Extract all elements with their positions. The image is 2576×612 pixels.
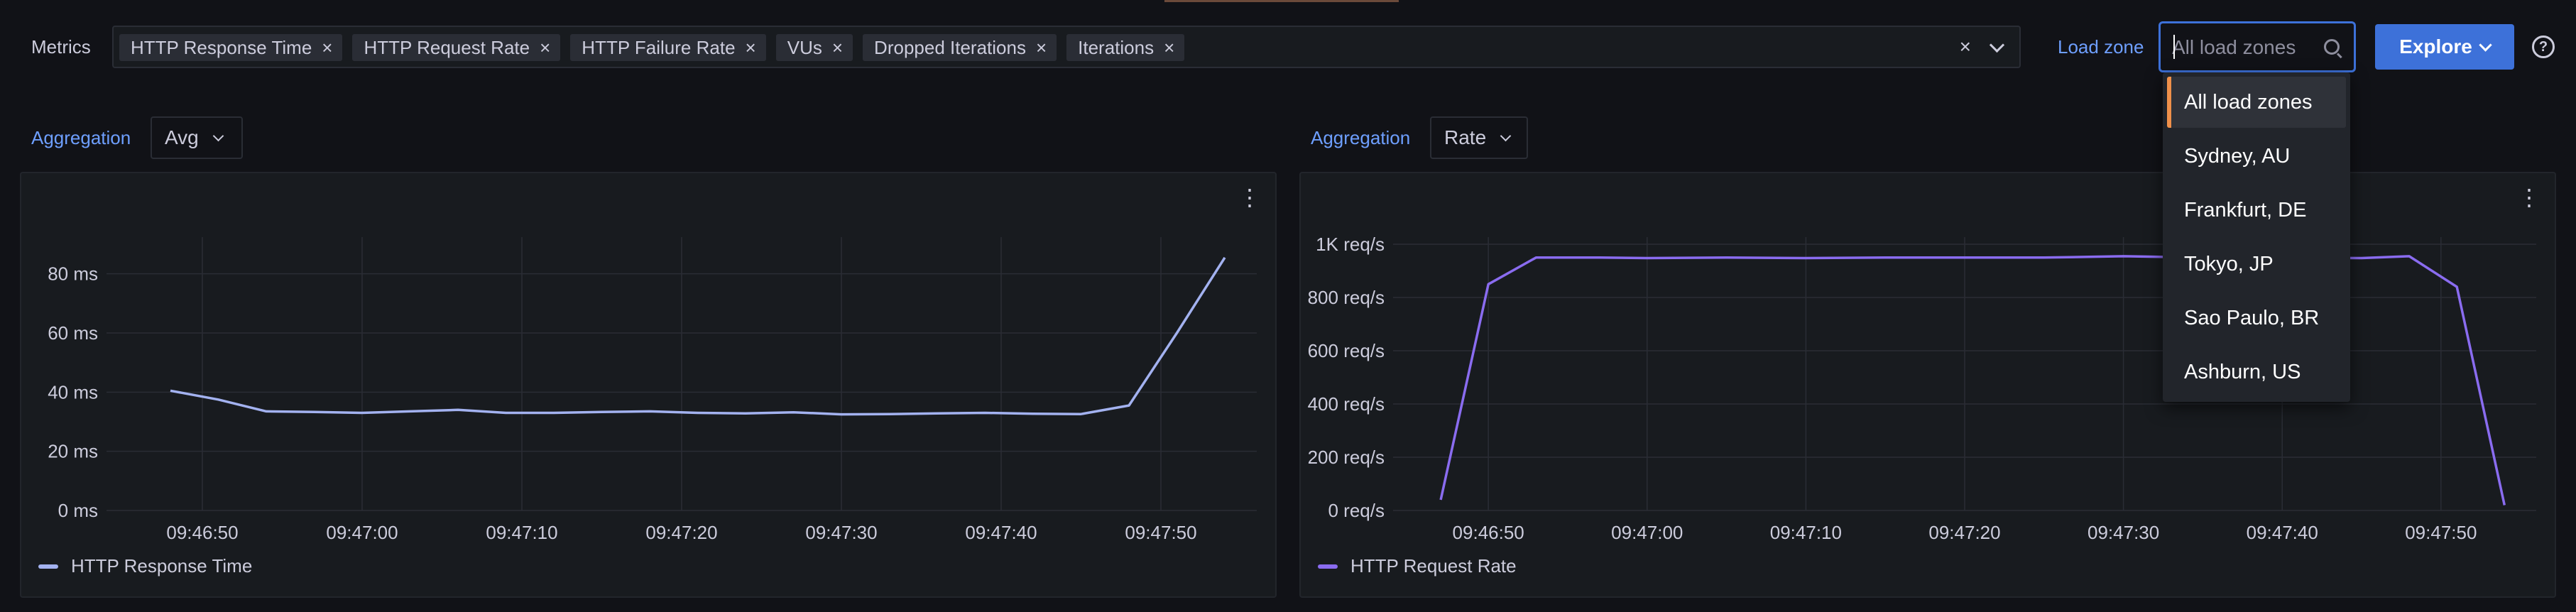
metric-chip[interactable]: HTTP Response Time × xyxy=(119,34,343,61)
metrics-label: Metrics xyxy=(31,36,91,58)
chevron-down-icon xyxy=(212,130,224,142)
y-tick-label: 200 req/s xyxy=(1308,447,1385,468)
remove-chip-icon[interactable]: × xyxy=(1036,37,1047,59)
chart-legend: HTTP Response Time xyxy=(38,555,252,577)
x-tick-label: 09:47:00 xyxy=(1611,522,1683,542)
metric-chip-label: HTTP Failure Rate xyxy=(582,36,736,58)
y-tick-label: 600 req/s xyxy=(1308,340,1385,361)
x-tick-label: 09:47:50 xyxy=(2405,522,2477,542)
load-zone-option[interactable]: Sydney, AU xyxy=(2167,131,2346,182)
metric-chip-label: VUs xyxy=(787,36,822,58)
aggregation-label: Aggregation xyxy=(1311,127,1411,148)
x-tick-label: 09:47:20 xyxy=(645,522,717,542)
y-tick-label: 1K req/s xyxy=(1316,234,1385,255)
request-rate-chart: 0 req/s 200 req/s 400 req/s 600 req/s 800 re… xyxy=(1308,234,2536,542)
x-tick-label: 09:47:40 xyxy=(2247,522,2318,542)
x-tick-label: 09:47:10 xyxy=(486,522,557,542)
x-tick-label: 09:46:50 xyxy=(166,522,238,542)
metric-chip[interactable]: VUs × xyxy=(775,34,853,61)
chevron-down-icon[interactable] xyxy=(1989,37,2005,53)
y-tick-label: 0 req/s xyxy=(1328,500,1385,521)
x-tick-label: 09:46:50 xyxy=(1453,522,1524,542)
remove-chip-icon[interactable]: × xyxy=(746,37,756,59)
series-line xyxy=(170,256,1226,416)
search-icon xyxy=(2324,39,2340,55)
response-time-panel: ⋮ 0 ms 20 ms 40 ms 60 ms 80 ms 09:46:50 09:47:… xyxy=(20,172,1277,598)
metric-chip-label: Dropped Iterations xyxy=(874,36,1026,58)
aggregation-label: Aggregation xyxy=(31,127,131,148)
request-rate-panel: ⋮ 0 req/s 200 req/s 400 req/s 600 req/s 800 … xyxy=(1299,172,2556,598)
load-zone-dropdown: All load zones Sydney, AU Frankfurt, DE Tok… xyxy=(2163,72,2350,402)
remove-chip-icon[interactable]: × xyxy=(1164,37,1174,59)
chevron-down-icon xyxy=(2479,38,2492,52)
top-accent-line xyxy=(1164,0,1399,2)
legend-swatch xyxy=(38,564,58,569)
load-zone-select[interactable] xyxy=(2159,21,2356,72)
x-tick-label: 09:47:40 xyxy=(965,522,1037,542)
metric-chip-label: HTTP Request Rate xyxy=(364,36,530,58)
load-zone-option[interactable]: Tokyo, JP xyxy=(2167,239,2346,290)
x-tick-label: 09:47:50 xyxy=(1125,522,1196,542)
metric-chip[interactable]: HTTP Failure Rate × xyxy=(570,34,766,61)
chart-legend: HTTP Request Rate xyxy=(1318,555,1517,577)
y-tick-label: 60 ms xyxy=(48,322,98,344)
y-tick-label: 800 req/s xyxy=(1308,287,1385,308)
load-zone-input[interactable] xyxy=(2171,33,2323,62)
x-tick-label: 09:47:30 xyxy=(805,522,877,542)
explore-button-label: Explore xyxy=(2399,35,2472,58)
y-tick-label: 80 ms xyxy=(48,263,98,285)
remove-chip-icon[interactable]: × xyxy=(322,37,332,59)
x-tick-label: 09:47:30 xyxy=(2087,522,2159,542)
aggregation-value: Rate xyxy=(1444,126,1487,148)
metric-chip[interactable]: Dropped Iterations × xyxy=(863,34,1057,61)
remove-chip-icon[interactable]: × xyxy=(832,37,843,59)
explore-button[interactable]: Explore xyxy=(2375,24,2514,70)
load-zone-option[interactable]: All load zones xyxy=(2167,77,2346,128)
response-time-chart: 0 ms 20 ms 40 ms 60 ms 80 ms 09:46:50 09:47:00… xyxy=(48,237,1257,542)
load-zone-label: Load zone xyxy=(2058,36,2144,58)
aggregation-value: Avg xyxy=(165,126,199,148)
metric-chip-label: Iterations xyxy=(1078,36,1155,58)
load-zone-option[interactable]: Ashburn, US xyxy=(2167,346,2346,398)
chevron-down-icon xyxy=(1500,130,1512,142)
metric-chip[interactable]: HTTP Request Rate × xyxy=(352,34,561,61)
metric-chip-label: HTTP Response Time xyxy=(131,36,312,58)
y-tick-label: 20 ms xyxy=(48,441,98,462)
y-tick-label: 400 req/s xyxy=(1308,393,1385,415)
x-tick-label: 09:47:10 xyxy=(1770,522,1842,542)
metrics-multiselect[interactable]: HTTP Response Time × HTTP Request Rate × HTT… xyxy=(112,26,2021,68)
load-zone-option[interactable]: Frankfurt, DE xyxy=(2167,185,2346,236)
text-caret xyxy=(2173,35,2175,59)
metric-chips: HTTP Response Time × HTTP Request Rate × HTT… xyxy=(119,34,1185,62)
legend-swatch xyxy=(1318,564,1338,569)
x-tick-label: 09:47:00 xyxy=(326,522,398,542)
y-tick-label: 40 ms xyxy=(48,381,98,403)
aggregation-select[interactable]: Rate xyxy=(1430,116,1528,159)
aggregation-select[interactable]: Avg xyxy=(151,116,243,159)
help-icon[interactable]: ? xyxy=(2532,35,2555,58)
y-tick-label: 0 ms xyxy=(58,500,98,521)
legend-label[interactable]: HTTP Request Rate xyxy=(1350,555,1517,577)
legend-label[interactable]: HTTP Response Time xyxy=(71,555,252,577)
x-tick-label: 09:47:20 xyxy=(1928,522,2000,542)
load-zone-option[interactable]: Sao Paulo, BR xyxy=(2167,293,2346,344)
remove-chip-icon[interactable]: × xyxy=(540,37,550,59)
metric-chip[interactable]: Iterations × xyxy=(1066,34,1185,61)
clear-metrics-icon[interactable]: × xyxy=(1960,35,1971,58)
